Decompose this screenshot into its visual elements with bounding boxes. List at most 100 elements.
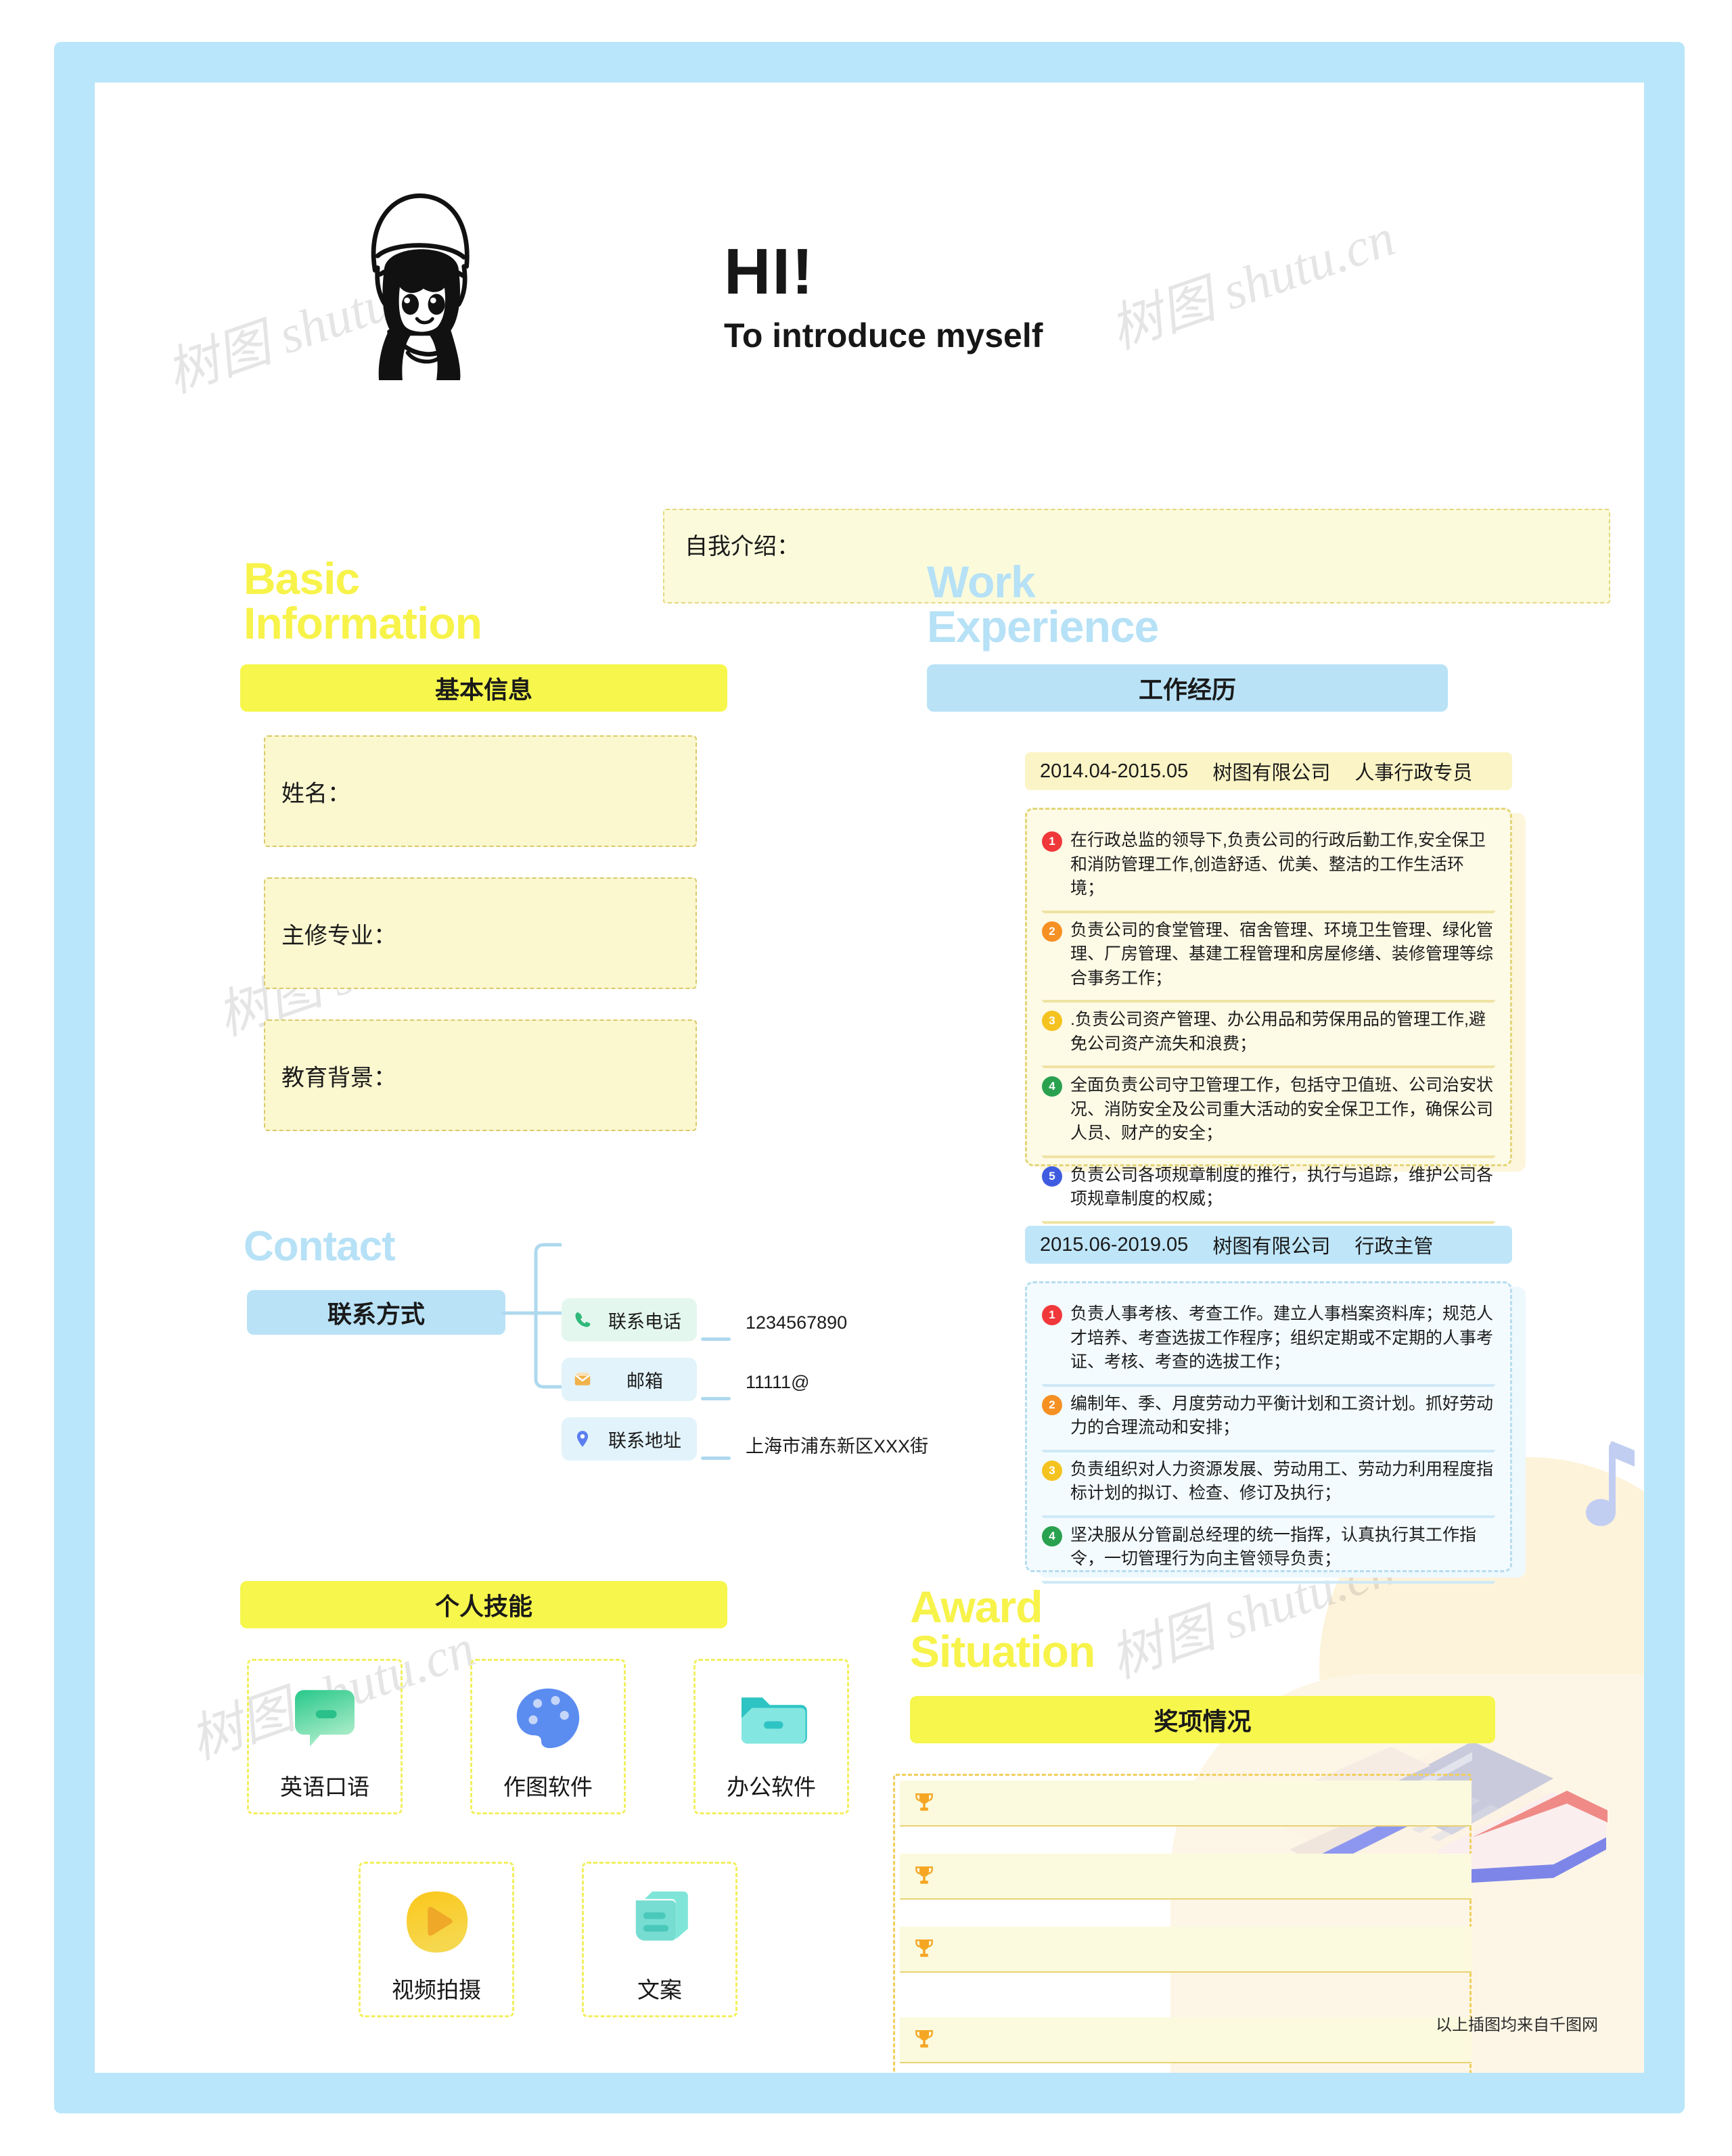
self-introduction-label: 自我介绍： [685,534,800,559]
trophy-icon [915,1793,933,1811]
contact-phone-tail [701,1337,731,1341]
job-2-bullet-2-number: 2 [1042,1394,1062,1415]
skill-card-video[interactable]: 视频拍摄 [359,1862,514,2017]
job-2-bullet-4-text: 坚决服从分管副总经理的统一指挥，认真执行其工作指令，一切管理行为向主管领导负责； [1070,1525,1477,1569]
work-experience-bar-label: 工作经历 [1138,676,1236,704]
award-row[interactable] [900,1781,1472,1825]
education-field-label: 教育背景： [281,1065,396,1091]
job-2-company: 树图有限公司 [1212,1236,1331,1258]
award-title-line1: Award [910,1582,1043,1632]
job-1-bullet-3-number: 3 [1042,1011,1062,1031]
contact-item-address-value[interactable]: 上海市浦东新区XXX街 [746,1431,928,1458]
contact-title-text: Contact [244,1223,396,1270]
award-situation-title: Award Situation [910,1584,1095,1674]
award-row-rule [900,1971,1472,1973]
footer-note: 以上插图均来自千图网 [1436,2016,1598,2034]
job-1-bullet-4-number: 4 [1042,1076,1062,1097]
award-bar-label: 奖项情况 [1154,1707,1252,1735]
job-2-bullet-1-text: 负责人事考核、考查工作。建立人事档案资料库；规范人才培养、考查选拔工作程序；组织… [1070,1304,1494,1371]
contact-title: Contact [244,1223,396,1270]
skill-card-design-label: 作图软件 [503,1774,593,1799]
job-2-bullet: 1 负责人事考核、考查工作。建立人事档案资料库；规范人才培养、考查选拔工作程序；… [1042,1295,1495,1385]
work-experience-title: Work Experience [927,557,1159,651]
education-field[interactable]: 教育背景： [264,1019,697,1131]
job-2-bullet-4-number: 4 [1042,1526,1062,1546]
award-row-rule [900,2062,1472,2063]
documents-icon [635,1891,688,1941]
skills-bar: 个人技能 [240,1581,727,1628]
job-2-bullet: 3 负责组织对人力资源发展、劳动用工、劳动力利用程度指标计划的拟订、检查、修订及… [1042,1451,1495,1517]
job-header-1: 2014.04-2015.05 树图有限公司 人事行政专员 [1025,752,1512,790]
award-row[interactable] [900,1854,1472,1898]
basic-information-title: Basic Information [244,556,482,645]
job-1-bullet-2-text: 负责公司的食堂管理、宿舍管理、环境卫生管理、绿化管理、厂房管理、基建工程管理和房… [1070,920,1494,988]
contact-item-phone-label: 联系电话 [608,1311,681,1332]
trophy-icon [915,2030,933,2048]
job-1-bullet: 5 负责公司各项规章制度的推行，执行与追踪，维护公司各项规章制度的权威； [1042,1157,1495,1222]
work-title-line2: Experience [927,601,1159,651]
skill-card-office[interactable]: 办公软件 [693,1659,849,1814]
job-header-2: 2015.06-2019.05 树图有限公司 行政主管 [1025,1226,1512,1264]
work-experience-bar: 工作经历 [927,664,1448,712]
job-2-bullet-3-number: 3 [1042,1460,1062,1481]
award-bar: 奖项情况 [910,1696,1495,1743]
major-field[interactable]: 主修专业： [264,877,697,989]
name-field[interactable]: 姓名： [264,735,697,847]
job-1-bullet-1-text: 在行政总监的领导下,负责公司的行政后勤工作,安全保卫和消防管理工作,创造舒适、优… [1070,831,1486,898]
award-row[interactable] [900,2017,1472,2062]
mail-icon [571,1368,594,1391]
job-1-bullet-3-text: .负责公司资产管理、办公用品和劳保用品的管理工作,避免公司资产流失和浪费； [1070,1010,1486,1053]
job-2-role: 行政主管 [1354,1236,1434,1258]
location-pin-icon [571,1427,594,1450]
job-2-bullet-1-number: 1 [1042,1305,1062,1325]
job-2-bullet: 4 坚决服从分管副总经理的统一指挥，认真执行其工作指令，一切管理行为向主管领导负… [1042,1517,1495,1582]
award-title-line2: Situation [910,1626,1095,1676]
job-1-period: 2014.04-2015.05 [1040,760,1189,782]
trophy-icon [915,1866,933,1884]
skill-card-copywriting[interactable]: 文案 [582,1862,737,2017]
job-1-bullet-2-number: 2 [1042,921,1062,942]
skill-card-design[interactable]: 作图软件 [470,1659,626,1814]
job-1-bullet-5-text: 负责公司各项规章制度的推行，执行与追踪，维护公司各项规章制度的权威； [1070,1165,1494,1209]
contact-item-phone-value[interactable]: 1234567890 [746,1312,847,1333]
skill-card-copywriting-label: 文案 [637,1977,682,2002]
major-field-label: 主修专业： [281,923,396,948]
job-1-bullet: 4 全面负责公司守卫管理工作，包括守卫值班、公司治安状况、消防安全及公司重大活动… [1042,1067,1495,1157]
contact-item-email-label: 邮箱 [626,1371,663,1392]
skills-bar-label: 个人技能 [434,1592,532,1620]
skill-card-english-label: 英语口语 [280,1774,369,1799]
job-1-bullet: 3 .负责公司资产管理、办公用品和劳保用品的管理工作,避免公司资产流失和浪费； [1042,1001,1495,1067]
basic-information-bar: 基本信息 [240,664,727,712]
contact-bar: 联系方式 [247,1290,505,1335]
contact-item-email[interactable]: 邮箱 [562,1358,697,1401]
resume-page: 树图 shutu.cn 树图 shutu.cn 树图 shutu.cn 树图 s… [0,0,1732,2156]
basic-information-bar-label: 基本信息 [434,676,532,704]
job-1-role: 人事行政专员 [1354,762,1473,784]
contact-item-phone[interactable]: 联系电话 [562,1298,697,1341]
contact-email-tail [701,1397,731,1400]
basic-title-line2: Information [244,598,482,648]
music-note-icon [1586,1441,1635,1526]
trophy-icon [915,1940,933,1957]
basic-title-line1: Basic [244,553,360,603]
contact-item-address[interactable]: 联系地址 [562,1417,697,1461]
palette-icon [516,1689,580,1748]
job-2-bullet-2-text: 编制年、季、月度劳动力平衡计划和工资计划。抓好劳动力的合理流动和安排； [1070,1394,1494,1438]
job-1-company: 树图有限公司 [1212,762,1331,784]
folder-icon [742,1697,807,1744]
contact-item-email-value[interactable]: 11111@ [746,1372,809,1393]
job-2-bullet: 2 编制年、季、月度劳动力平衡计划和工资计划。抓好劳动力的合理流动和安排； [1042,1385,1495,1451]
skill-card-english[interactable]: 英语口语 [247,1659,403,1814]
skill-card-office-label: 办公软件 [727,1774,816,1799]
work-title-line1: Work [927,557,1036,607]
name-field-label: 姓名： [281,781,350,806]
page-title: HI! [724,235,815,308]
contact-bar-label: 联系方式 [327,1300,425,1328]
job-body-2: 1 负责人事考核、考查工作。建立人事档案资料库；规范人才培养、考查选拔工作程序；… [1025,1281,1512,1582]
job-1-bullet: 2 负责公司的食堂管理、宿舍管理、环境卫生管理、绿化管理、厂房管理、基建工程管理… [1042,912,1495,1001]
award-row[interactable] [900,1927,1472,1971]
award-row-rule [900,1898,1472,1900]
job-2-period: 2015.06-2019.05 [1040,1233,1189,1256]
award-row-rule [900,1825,1472,1827]
play-button-icon [407,1891,468,1953]
